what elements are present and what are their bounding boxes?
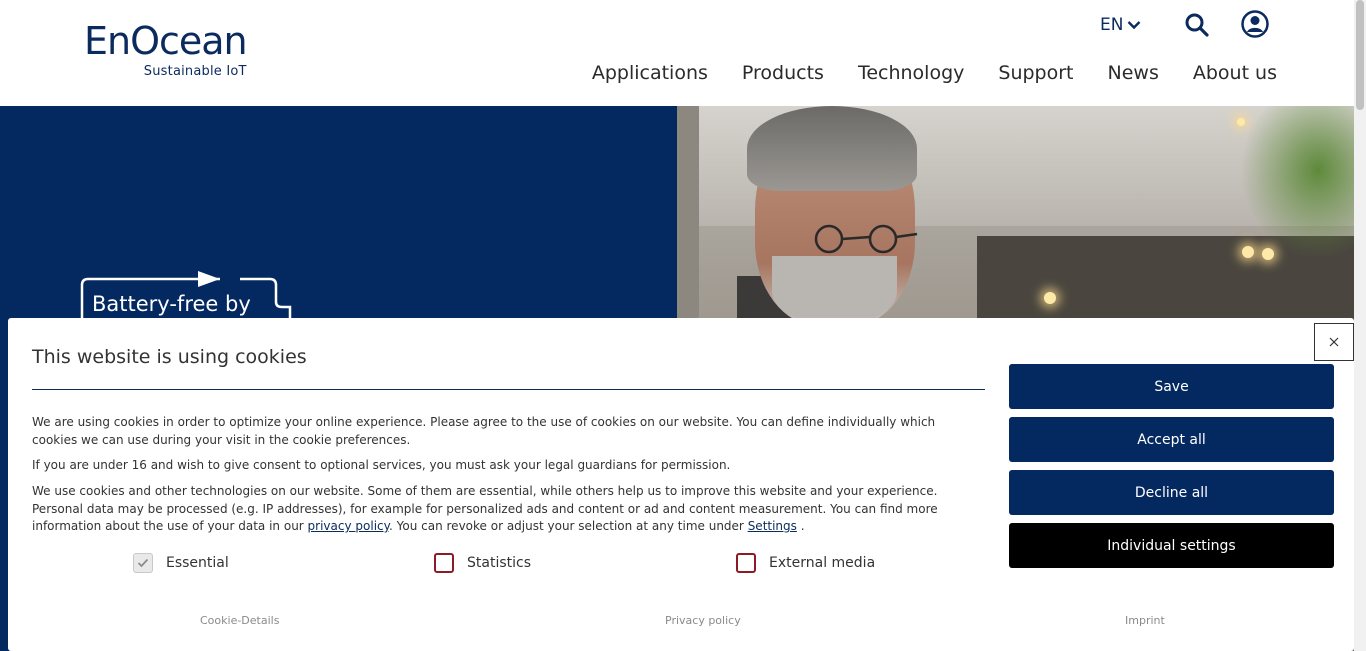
cookie-details-link[interactable]: Cookie-Details bbox=[200, 614, 279, 627]
nav-item-support[interactable]: Support bbox=[998, 62, 1073, 84]
checkbox-statistics-box[interactable] bbox=[434, 553, 454, 573]
checkbox-external-media[interactable]: External media bbox=[736, 553, 875, 573]
cookie-footer-links: Cookie-Details Privacy policy Imprint bbox=[8, 614, 1165, 630]
cookie-paragraph-age: If you are under 16 and wish to give con… bbox=[32, 458, 731, 472]
header-utilities: EN bbox=[1100, 10, 1269, 40]
enocean-logo[interactable]: EnOcean Sustainable IoT bbox=[84, 19, 248, 80]
ceiling-light bbox=[1242, 246, 1254, 258]
page-scrollbar[interactable] bbox=[1354, 0, 1366, 651]
ceiling-light bbox=[1044, 292, 1056, 304]
individual-settings-button[interactable]: Individual settings bbox=[1009, 523, 1334, 568]
save-button[interactable]: Save bbox=[1009, 364, 1334, 409]
settings-link[interactable]: Settings bbox=[748, 519, 797, 533]
checkbox-essential[interactable]: Essential bbox=[133, 553, 229, 573]
nav-item-products[interactable]: Products bbox=[742, 62, 824, 84]
checkbox-essential-label: Essential bbox=[166, 555, 229, 571]
cookie-dialog-title: This website is using cookies bbox=[32, 346, 307, 368]
cookie-paragraph-intro: We are using cookies in order to optimiz… bbox=[32, 415, 936, 447]
photo-plant bbox=[1234, 106, 1354, 266]
cookie-consent-dialog: This website is using cookies We are usi… bbox=[8, 318, 1354, 651]
privacy-policy-link[interactable]: privacy policy bbox=[308, 519, 389, 533]
checkmark-icon bbox=[137, 558, 149, 568]
title-divider bbox=[32, 389, 985, 390]
user-account-icon[interactable] bbox=[1241, 10, 1269, 38]
person-hair bbox=[747, 106, 917, 191]
person-beard bbox=[772, 256, 897, 326]
checkbox-essential-box[interactable] bbox=[133, 553, 153, 573]
ceiling-light bbox=[1237, 118, 1245, 126]
site-header: EnOcean Sustainable IoT EN Applications … bbox=[0, 0, 1354, 106]
close-dialog-button[interactable] bbox=[1314, 323, 1354, 361]
scrollbar-thumb[interactable] bbox=[1356, 0, 1364, 110]
nav-item-about-us[interactable]: About us bbox=[1193, 62, 1277, 84]
person-glasses bbox=[814, 224, 918, 254]
checkbox-statistics[interactable]: Statistics bbox=[434, 553, 531, 573]
privacy-policy-footer-link[interactable]: Privacy policy bbox=[665, 614, 741, 627]
badge-text: Battery-free by bbox=[92, 292, 251, 316]
logo-tagline: Sustainable IoT bbox=[143, 64, 247, 79]
language-switcher[interactable]: EN bbox=[1100, 15, 1141, 35]
cookie-paragraph-details: We use cookies and other technologies on… bbox=[32, 483, 982, 536]
language-label: EN bbox=[1100, 15, 1124, 35]
accept-all-button[interactable]: Accept all bbox=[1009, 417, 1334, 462]
imprint-link[interactable]: Imprint bbox=[1125, 614, 1165, 627]
chevron-down-icon bbox=[1128, 21, 1141, 30]
nav-item-news[interactable]: News bbox=[1108, 62, 1159, 84]
checkbox-external-media-label: External media bbox=[769, 555, 876, 571]
details-text-2: . You can revoke or adjust your selectio… bbox=[389, 519, 748, 533]
close-icon bbox=[1329, 337, 1339, 347]
logo-wordmark: EnOcean bbox=[84, 19, 248, 63]
nav-item-technology[interactable]: Technology bbox=[858, 62, 964, 84]
decline-all-button[interactable]: Decline all bbox=[1009, 470, 1334, 515]
main-nav: Applications Products Technology Support… bbox=[592, 62, 1277, 84]
details-text-3: . bbox=[796, 519, 805, 533]
cookie-category-checkboxes: Essential Statistics External media bbox=[133, 553, 1033, 575]
checkbox-external-media-box[interactable] bbox=[736, 553, 756, 573]
checkbox-statistics-label: Statistics bbox=[467, 555, 531, 571]
nav-item-applications[interactable]: Applications bbox=[592, 62, 708, 84]
search-icon[interactable] bbox=[1184, 12, 1210, 38]
ceiling-light bbox=[1262, 248, 1274, 260]
